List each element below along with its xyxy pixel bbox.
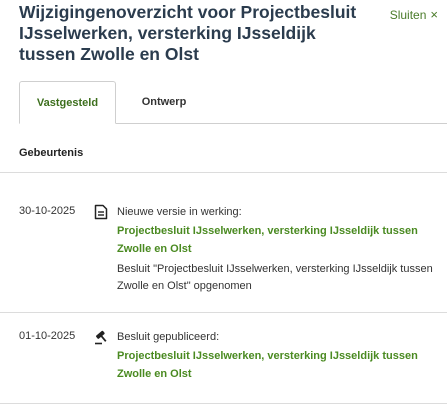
close-button[interactable]: Sluiten ×: [390, 8, 438, 22]
event-text: Nieuwe versie in werking:: [117, 206, 242, 218]
event-body: Besluit gepubliceerd: Projectbesluit IJs…: [117, 330, 439, 383]
tab-bar: Vastgesteld Ontwerp: [19, 81, 447, 124]
event-item: 01-10-2025 Besluit gepubliceerd: Project…: [19, 330, 439, 390]
close-icon: ×: [430, 7, 438, 22]
event-link[interactable]: Projectbesluit IJsselwerken, versterking…: [117, 222, 439, 258]
document-icon: [94, 204, 108, 220]
tab-ontwerp[interactable]: Ontwerp: [116, 81, 212, 123]
event-item: 30-10-2025 Nieuwe versie in werking: Pro…: [19, 204, 439, 305]
divider: [0, 403, 447, 404]
event-text: Besluit gepubliceerd:: [117, 331, 220, 343]
event-body: Nieuwe versie in werking: Projectbesluit…: [117, 205, 439, 295]
divider: [0, 172, 447, 173]
tab-vastgesteld[interactable]: Vastgesteld: [19, 81, 116, 124]
divider: [0, 312, 447, 313]
gavel-icon: [94, 329, 108, 345]
event-description: Besluit "Projectbesluit IJsselwerken, ve…: [117, 263, 433, 292]
section-heading: Gebeurtenis: [19, 147, 84, 159]
close-label: Sluiten: [389, 8, 427, 22]
event-date: 01-10-2025: [19, 330, 76, 342]
page-title: Wijzigingenoverzicht voor Projectbesluit…: [19, 2, 357, 64]
event-date: 30-10-2025: [19, 205, 76, 217]
event-link[interactable]: Projectbesluit IJsselwerken, versterking…: [117, 347, 439, 383]
